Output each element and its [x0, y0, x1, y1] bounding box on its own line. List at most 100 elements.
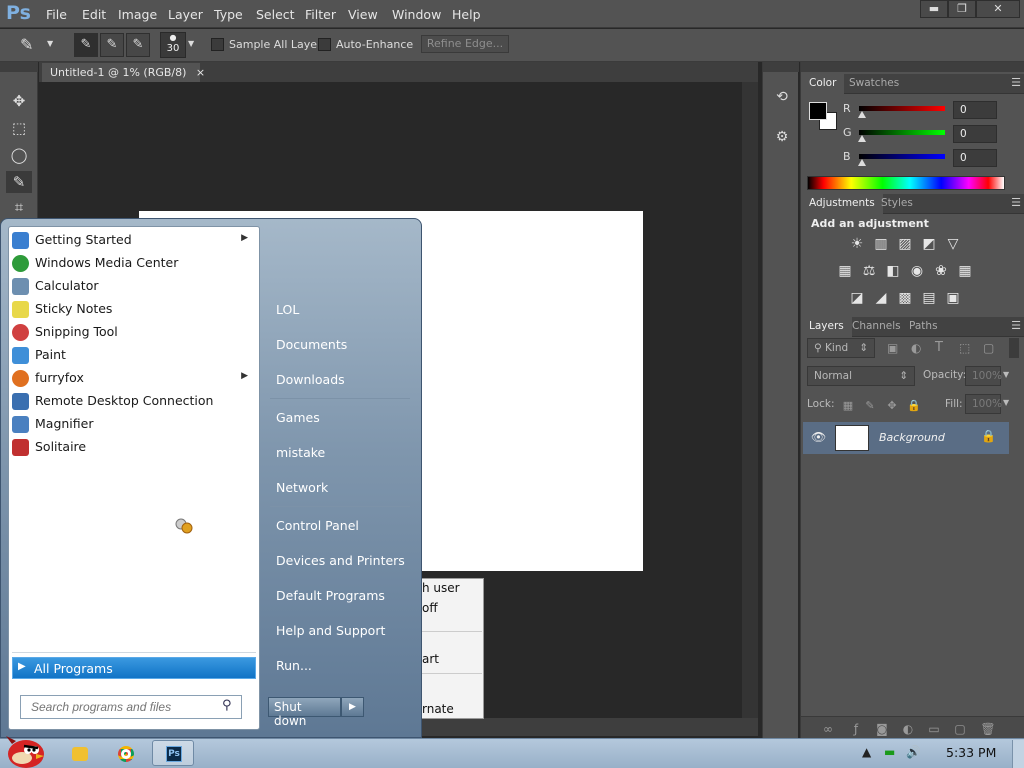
- lasso-tool-icon[interactable]: ◯: [6, 144, 32, 166]
- vibrance-icon[interactable]: ▽: [943, 234, 963, 254]
- opacity-field[interactable]: 100%: [965, 366, 1002, 386]
- link-control-panel[interactable]: Control Panel: [276, 518, 359, 533]
- properties-panel-icon[interactable]: ⚙: [771, 126, 793, 148]
- blue-slider-handle[interactable]: [858, 159, 866, 166]
- program-getting-started[interactable]: Getting Started ▶: [12, 229, 256, 252]
- color-spectrum-bar[interactable]: [807, 176, 1005, 190]
- threshold-icon[interactable]: ▩: [895, 288, 915, 308]
- menu-layer[interactable]: Layer: [168, 7, 203, 22]
- lock-all-icon[interactable]: 🔒: [907, 399, 921, 413]
- green-slider-handle[interactable]: [858, 135, 866, 142]
- minimize-button[interactable]: ▬: [920, 0, 948, 18]
- fill-field[interactable]: 100%: [965, 394, 1002, 414]
- menu-file[interactable]: File: [46, 7, 67, 22]
- program-remote-desktop[interactable]: Remote Desktop Connection: [12, 390, 256, 413]
- sample-all-layers-checkbox[interactable]: [211, 38, 224, 51]
- add-mask-icon[interactable]: ◙: [873, 722, 891, 738]
- menu-switch-user[interactable]: h user: [422, 581, 460, 595]
- menu-hibernate[interactable]: rnate: [422, 702, 454, 716]
- gradient-map-icon[interactable]: ▤: [919, 288, 939, 308]
- link-mistake[interactable]: mistake: [276, 445, 325, 460]
- document-tab[interactable]: Untitled-1 @ 1% (RGB/8) ×: [42, 63, 205, 82]
- adjustment-layer-filter-icon[interactable]: ◐: [911, 341, 921, 355]
- volume-icon[interactable]: 🔊: [906, 745, 921, 759]
- tab-color[interactable]: Color: [801, 74, 845, 94]
- tab-adjustments[interactable]: Adjustments: [801, 194, 883, 214]
- clock[interactable]: 5:33 PM: [946, 745, 996, 760]
- explorer-taskbar-icon[interactable]: [60, 741, 100, 766]
- link-games[interactable]: Games: [276, 410, 320, 425]
- brightness-contrast-icon[interactable]: ☀: [847, 234, 867, 254]
- move-tool-icon[interactable]: ✥: [6, 90, 32, 112]
- panel-menu-icon[interactable]: ☰: [1011, 196, 1021, 209]
- restore-button[interactable]: ❐: [948, 0, 976, 18]
- menu-select[interactable]: Select: [256, 7, 295, 22]
- all-programs-button[interactable]: All Programs: [12, 657, 256, 679]
- panel-menu-icon[interactable]: ☰: [1011, 76, 1021, 89]
- menu-image[interactable]: Image: [118, 7, 157, 22]
- delete-layer-icon[interactable]: 🗑: [979, 722, 997, 738]
- hue-saturation-icon[interactable]: ▦: [835, 261, 855, 281]
- crop-tool-icon[interactable]: ⌗: [6, 196, 32, 218]
- program-sticky-notes[interactable]: Sticky Notes: [12, 298, 256, 321]
- link-default-programs[interactable]: Default Programs: [276, 588, 385, 603]
- menu-restart[interactable]: art: [422, 652, 439, 666]
- program-furryfox[interactable]: furryfox ▶: [12, 367, 256, 390]
- battery-icon[interactable]: ▬: [884, 745, 895, 759]
- selective-color-icon[interactable]: ▣: [943, 288, 963, 308]
- fill-chevron-icon[interactable]: ▼: [1003, 398, 1009, 407]
- kind-filter-dropdown[interactable]: ⚲ Kind ⇕: [807, 338, 875, 358]
- blue-value-field[interactable]: 0: [953, 149, 997, 167]
- new-group-icon[interactable]: ▭: [925, 722, 943, 738]
- blend-mode-dropdown[interactable]: Normal ⇕: [807, 366, 915, 386]
- opacity-chevron-icon[interactable]: ▼: [1003, 370, 1009, 379]
- curves-icon[interactable]: ▨: [895, 234, 915, 254]
- green-slider[interactable]: [859, 130, 945, 135]
- menu-edit[interactable]: Edit: [82, 7, 106, 22]
- red-slider-handle[interactable]: [858, 111, 866, 118]
- blue-slider[interactable]: [859, 154, 945, 159]
- foreground-color-swatch[interactable]: [809, 102, 827, 120]
- green-value-field[interactable]: 0: [953, 125, 997, 143]
- strip-header[interactable]: [763, 62, 799, 72]
- add-to-selection-icon[interactable]: ✎: [100, 33, 124, 57]
- shutdown-options-arrow-icon[interactable]: ▶: [341, 697, 364, 717]
- program-solitaire[interactable]: Solitaire: [12, 436, 256, 459]
- marquee-tool-icon[interactable]: ⬚: [6, 117, 32, 139]
- close-window-button[interactable]: ✕: [976, 0, 1020, 18]
- link-run[interactable]: Run...: [276, 658, 312, 673]
- link-help-support[interactable]: Help and Support: [276, 623, 385, 638]
- show-desktop-button[interactable]: [1012, 740, 1024, 768]
- tab-channels[interactable]: Channels: [844, 317, 909, 337]
- menu-window[interactable]: Window: [392, 7, 441, 22]
- search-input[interactable]: [20, 695, 242, 719]
- brush-size-picker[interactable]: ● 30: [160, 32, 186, 58]
- photo-filter-icon[interactable]: ◉: [907, 261, 927, 281]
- menu-type[interactable]: Type: [214, 7, 243, 22]
- smart-object-filter-icon[interactable]: ▢: [983, 341, 994, 355]
- program-calculator[interactable]: Calculator: [12, 275, 256, 298]
- start-button-angry-bird-icon[interactable]: [2, 732, 48, 768]
- auto-enhance-checkbox[interactable]: [318, 38, 331, 51]
- subtract-from-selection-icon[interactable]: ✎: [126, 33, 150, 57]
- channel-mixer-icon[interactable]: ❀: [931, 261, 951, 281]
- program-paint[interactable]: Paint: [12, 344, 256, 367]
- menu-view[interactable]: View: [348, 7, 378, 22]
- visibility-eye-icon[interactable]: 👁: [811, 430, 826, 444]
- link-network[interactable]: Network: [276, 480, 328, 495]
- program-snipping-tool[interactable]: Snipping Tool: [12, 321, 256, 344]
- panel-menu-icon[interactable]: ☰: [1011, 319, 1021, 332]
- link-layers-icon[interactable]: ∞: [819, 722, 837, 738]
- new-selection-icon[interactable]: ✎: [74, 33, 98, 57]
- lock-pixels-icon[interactable]: ✎: [863, 399, 877, 413]
- tab-styles[interactable]: Styles: [873, 194, 921, 214]
- layer-row-background[interactable]: 👁 Background 🔒: [803, 422, 1009, 454]
- shape-layer-filter-icon[interactable]: ⬚: [959, 341, 970, 355]
- program-windows-media-center[interactable]: Windows Media Center: [12, 252, 256, 275]
- color-lookup-icon[interactable]: ▦: [955, 261, 975, 281]
- show-hidden-icons-icon[interactable]: ▲: [862, 745, 871, 759]
- vertical-scrollbar[interactable]: [742, 82, 758, 718]
- toolbar-collapse-strip[interactable]: [0, 62, 38, 72]
- new-adjustment-layer-icon[interactable]: ◐: [899, 722, 917, 738]
- exposure-icon[interactable]: ◩: [919, 234, 939, 254]
